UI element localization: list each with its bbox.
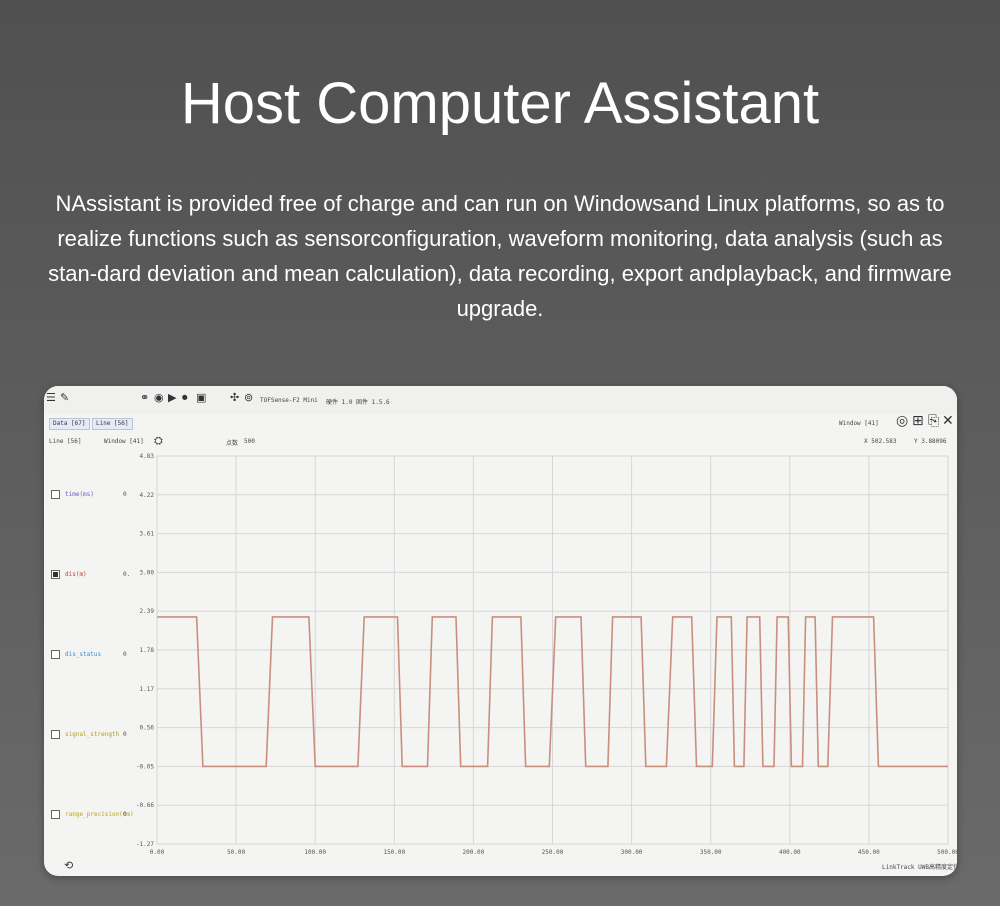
app-screenshot: ☰ ✎ ⚭ ◉ ▶ ⏺ ▣ ✣ ⊚ TOFSense-F2 Mini 硬件 1.… bbox=[44, 386, 957, 876]
y-tick-label: 3.61 bbox=[140, 531, 155, 538]
y-tick-label: 4.22 bbox=[140, 492, 155, 499]
x-tick-label: 150.00 bbox=[383, 849, 405, 856]
x-tick-label: 400.00 bbox=[779, 849, 801, 856]
x-tick-label: 50.00 bbox=[227, 849, 245, 856]
x-tick-label: 200.00 bbox=[463, 849, 485, 856]
y-tick-label: 2.39 bbox=[140, 608, 155, 615]
x-tick-label: 300.00 bbox=[621, 849, 643, 856]
y-tick-label: -1.27 bbox=[136, 841, 154, 848]
x-tick-label: 500.00 bbox=[937, 849, 957, 856]
y-tick-label: 3.00 bbox=[140, 569, 155, 576]
y-tick-label: -0.66 bbox=[136, 802, 154, 809]
y-tick-label: -0.05 bbox=[136, 763, 154, 770]
y-tick-label: 1.17 bbox=[140, 686, 155, 693]
page-title: Host Computer Assistant bbox=[180, 71, 820, 136]
y-tick-label: 1.78 bbox=[140, 647, 155, 654]
x-tick-label: 250.00 bbox=[542, 849, 564, 856]
y-tick-label: 0.56 bbox=[140, 725, 155, 732]
footer-brand: LinkTrack UWB高精度定位 bbox=[882, 864, 957, 871]
x-tick-label: 450.00 bbox=[858, 849, 880, 856]
x-tick-label: 100.00 bbox=[304, 849, 326, 856]
waveform-chart[interactable]: 0.00 50.00 100.00 150.00 200.00 250.00 300.00 3… bbox=[44, 386, 957, 876]
x-tick-label: 350.00 bbox=[700, 849, 722, 856]
rewind-icon[interactable]: ⟲ bbox=[64, 860, 73, 872]
page-description: NAssistant is provided free of charge an… bbox=[48, 191, 952, 321]
y-tick-label: 4.83 bbox=[140, 453, 155, 460]
x-tick-label: 0.00 bbox=[150, 849, 165, 856]
